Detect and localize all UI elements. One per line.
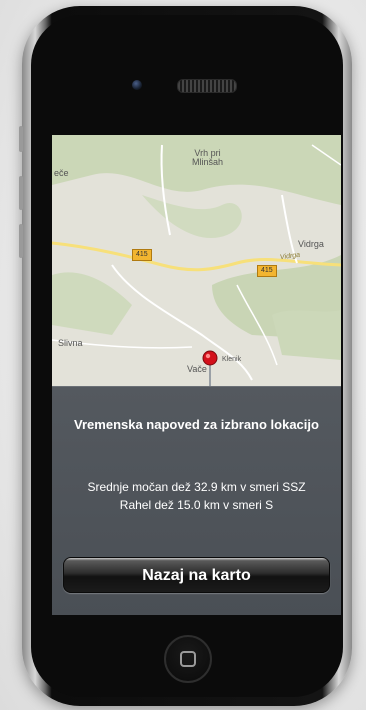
home-square-icon <box>180 651 196 667</box>
screen: Vrh pri Mlinšah eče Vidrga Vidrga Slivna… <box>52 135 341 615</box>
forecast-text: Srednje močan dež 32.9 km v smeri SSZ Ra… <box>52 478 341 514</box>
map-pin-icon[interactable] <box>200 349 220 389</box>
forecast-line: Srednje močan dež 32.9 km v smeri SSZ <box>87 480 306 494</box>
map-graphic <box>52 135 341 395</box>
map-label-vrh-pri-mlinsah: Vrh pri Mlinšah <box>192 148 224 167</box>
road-number-shield: 415 <box>257 265 277 277</box>
map-label-klenik: Klenik <box>222 356 242 363</box>
phone-frame: Vrh pri Mlinšah eče Vidrga Vidrga Slivna… <box>19 6 352 706</box>
forecast-panel: Vremenska napoved za izbrano lokacijo Sr… <box>52 386 341 615</box>
forecast-line: Rahel dež 15.0 km v smeri S <box>119 498 274 512</box>
earpiece-speaker <box>177 79 237 93</box>
home-button[interactable] <box>164 635 212 683</box>
map-label-vidrga: Vidrga <box>298 239 324 249</box>
forecast-panel-title: Vremenska napoved za izbrano lokacijo <box>74 417 319 432</box>
volume-up-button <box>19 176 23 210</box>
mute-switch <box>19 126 23 152</box>
phone-bezel: Vrh pri Mlinšah eče Vidrga Vidrga Slivna… <box>31 15 343 697</box>
map-view[interactable]: Vrh pri Mlinšah eče Vidrga Vidrga Slivna… <box>52 135 341 395</box>
map-label-left-edge: eče <box>54 168 69 178</box>
map-label-slivna: Slivna <box>58 338 83 348</box>
back-to-map-button[interactable]: Nazaj na karto <box>63 557 330 593</box>
front-camera <box>132 80 142 90</box>
volume-down-button <box>19 224 23 258</box>
road-number-shield: 415 <box>132 249 152 261</box>
